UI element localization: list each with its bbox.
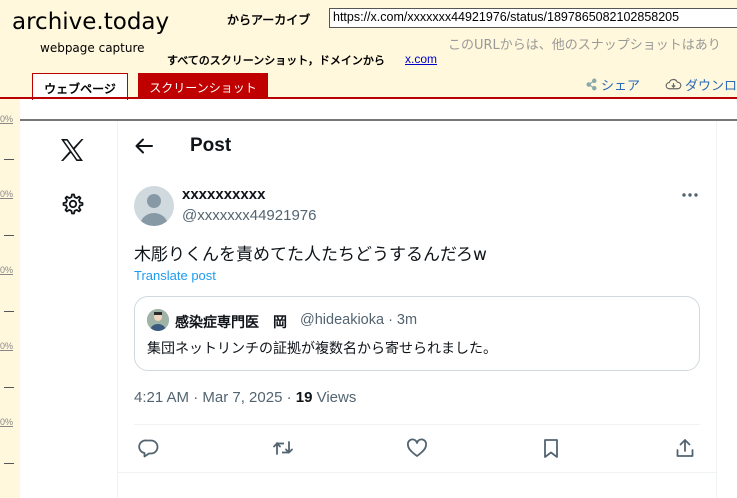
column-border-left xyxy=(117,121,118,498)
quoted-author-handle: @hideakioka · 3m xyxy=(300,312,418,328)
archive-url-input[interactable]: https://x.com/xxxxxxx44921976/status/189… xyxy=(329,8,737,28)
page-top-edge xyxy=(20,119,737,121)
reply-icon[interactable] xyxy=(138,437,160,459)
views-label: Views xyxy=(312,389,357,406)
bookmark-icon[interactable] xyxy=(540,437,562,459)
ruler-label[interactable]: 0% xyxy=(0,417,13,427)
repost-icon[interactable] xyxy=(272,437,294,459)
post-timestamp[interactable]: 4:21 AM · Mar 7, 2025 · xyxy=(134,389,296,406)
archive-url-label: からアーカイブ xyxy=(227,13,311,27)
post-meta: 4:21 AM · Mar 7, 2025 · 19 Views xyxy=(134,389,356,406)
quoted-post-text: 集団ネットリンチの証拠が複数名から寄せられました。 xyxy=(147,341,497,357)
archive-header: archive.today webpage capture からアーカイブ ht… xyxy=(0,0,737,100)
ruler-tick xyxy=(4,159,14,160)
divider xyxy=(118,472,716,473)
ruler-tick xyxy=(4,235,14,236)
x-logo-icon[interactable] xyxy=(58,136,86,164)
ruler-tick xyxy=(4,387,14,388)
tab-screenshot[interactable]: スクリーンショット xyxy=(138,73,268,99)
ruler-label[interactable]: 0% xyxy=(0,114,13,124)
page-title: Post xyxy=(190,135,232,156)
like-icon[interactable] xyxy=(406,437,428,459)
quoted-avatar xyxy=(147,309,169,331)
share-icon[interactable] xyxy=(674,437,696,459)
ruler-label[interactable]: 0% xyxy=(0,265,13,275)
site-title[interactable]: archive.today xyxy=(12,9,169,35)
share-nodes-icon xyxy=(585,78,598,91)
divider xyxy=(134,424,700,425)
tab-rule xyxy=(0,97,737,99)
gear-icon[interactable] xyxy=(61,192,85,216)
post-text: 木彫りくんを責めてた人たちどうするんだろw xyxy=(134,245,487,265)
ruler-label[interactable]: 0% xyxy=(0,341,13,351)
cloud-download-icon xyxy=(665,78,682,91)
more-icon[interactable] xyxy=(679,185,701,205)
quoted-author-name: 感染症専門医 岡 xyxy=(175,315,287,331)
all-snapshots-domain-link[interactable]: x.com xyxy=(405,52,437,66)
site-subtitle: webpage capture xyxy=(40,41,145,55)
column-border-right xyxy=(716,121,717,498)
all-snapshots-label: すべてのスクリーンショット，ドメインから xyxy=(167,54,385,67)
ruler-label[interactable]: 0% xyxy=(0,189,13,199)
share-link[interactable]: シェア xyxy=(585,75,640,94)
ruler-tick xyxy=(4,311,14,312)
download-label: ダウンロ xyxy=(685,79,737,94)
ruler-tick xyxy=(4,463,14,464)
avatar[interactable] xyxy=(134,186,174,226)
translate-post-link[interactable]: Translate post xyxy=(134,268,216,283)
download-link[interactable]: ダウンロ xyxy=(665,75,737,94)
tab-webpage[interactable]: ウェブページ xyxy=(32,73,128,100)
back-arrow-icon[interactable] xyxy=(134,136,154,156)
snapshot-hint: このURLからは、他のスナップショットはあり xyxy=(448,38,721,53)
author-handle[interactable]: @xxxxxxx44921976 xyxy=(182,207,316,224)
share-label: シェア xyxy=(601,79,641,94)
author-display-name[interactable]: xxxxxxxxxx xyxy=(182,186,265,203)
views-count: 19 xyxy=(295,389,313,406)
quoted-post-card[interactable] xyxy=(134,296,700,371)
page-ruler: 0% 0% 0% 0% 0% xyxy=(0,99,20,498)
